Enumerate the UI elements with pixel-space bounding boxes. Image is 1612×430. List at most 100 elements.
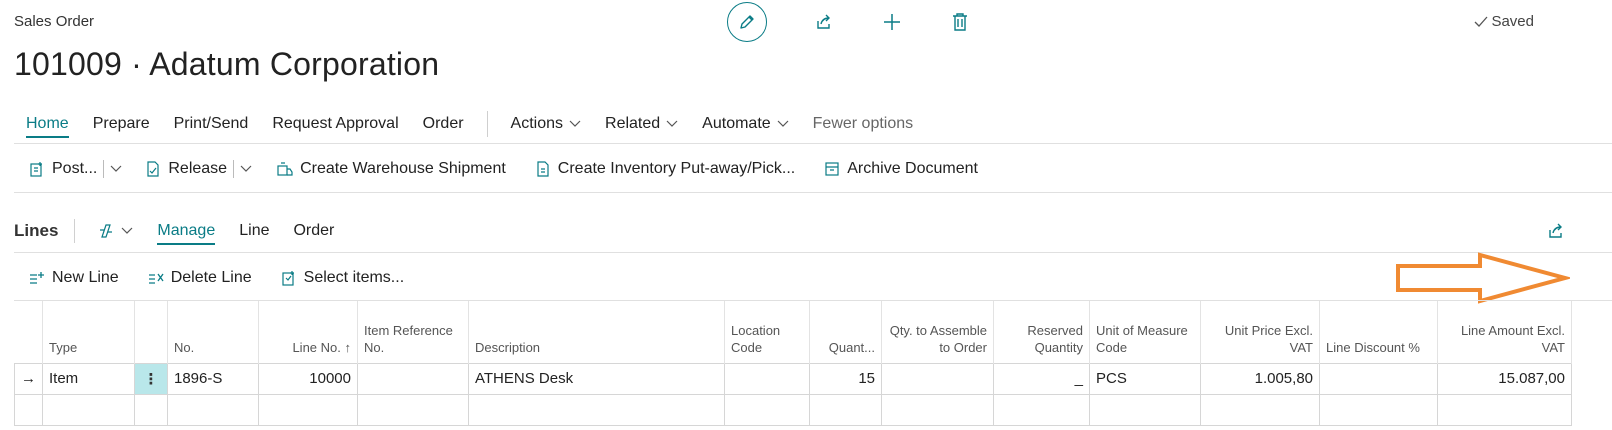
cell-type[interactable]: Item — [42, 362, 135, 395]
chevron-down-icon[interactable] — [240, 165, 252, 173]
table-header-row: Type No. Line No. ↑ Item Reference No. D… — [14, 301, 1572, 363]
column-header-unit-of-measure[interactable]: Unit of Measure Code — [1089, 301, 1201, 363]
lines-title: Lines — [14, 221, 59, 240]
create-inventory-putaway-label: Create Inventory Put-away/Pick... — [557, 160, 796, 177]
column-header-reserved-quantity[interactable]: Reserved Quantity — [993, 301, 1090, 363]
divider — [14, 252, 1612, 253]
post-icon — [30, 162, 42, 177]
edit-button[interactable] — [727, 2, 767, 42]
cell-line-no[interactable]: 10000 — [258, 362, 358, 395]
empty-cell[interactable] — [1200, 393, 1320, 426]
column-header-unit-price[interactable]: Unit Price Excl. VAT — [1200, 301, 1320, 363]
archive-document-button[interactable]: Archive Document — [823, 160, 978, 178]
column-header-line-no[interactable]: Line No. ↑ — [258, 301, 358, 363]
select-items-button[interactable]: Select items... — [280, 269, 404, 287]
tab-home[interactable]: Home — [26, 115, 69, 138]
post-button[interactable]: Post... — [28, 160, 97, 178]
archive-icon — [825, 162, 839, 176]
split-divider — [233, 160, 235, 178]
cell-quantity[interactable]: 15 — [809, 362, 882, 395]
empty-cell[interactable] — [357, 393, 469, 426]
new-button[interactable] — [881, 11, 903, 33]
cell-description[interactable]: ATHENS Desk — [468, 362, 725, 395]
empty-cell[interactable] — [881, 393, 994, 426]
row-menu-button[interactable]: ⋮ — [134, 362, 168, 395]
lines-tab-manage[interactable]: Manage — [157, 222, 215, 245]
divider — [14, 192, 1612, 193]
delete-button[interactable] — [949, 11, 971, 33]
cell-line-discount[interactable] — [1319, 362, 1438, 395]
cell-reserved-quantity[interactable]: _ — [993, 362, 1090, 395]
empty-cell[interactable] — [993, 393, 1090, 426]
divider — [14, 143, 1612, 144]
lines-tab-order[interactable]: Order — [293, 222, 334, 240]
annotation-arrow-icon — [1396, 252, 1570, 304]
row-marker: → — [14, 362, 43, 395]
copilot-icon — [100, 224, 113, 238]
empty-cell[interactable] — [1437, 393, 1572, 426]
actions-menu[interactable]: Actions — [511, 115, 581, 133]
empty-cell[interactable] — [134, 393, 168, 426]
empty-cell[interactable] — [1089, 393, 1201, 426]
column-header-line-discount[interactable]: Line Discount % — [1319, 301, 1438, 363]
chevron-down-icon[interactable] — [110, 165, 122, 173]
create-inventory-putaway-button[interactable]: Create Inventory Put-away/Pick... — [534, 160, 795, 178]
empty-cell[interactable] — [42, 393, 135, 426]
column-menu — [134, 301, 168, 363]
column-header-description[interactable]: Description — [468, 301, 725, 363]
warehouse-shipment-icon — [277, 162, 293, 176]
table-row[interactable]: → Item ⋮ 1896-S 10000 ATHENS Desk 15 _ P… — [14, 362, 1572, 395]
lines-header: Lines Manage Line Order — [14, 218, 358, 245]
share-icon — [817, 14, 830, 29]
chevron-down-icon — [121, 227, 133, 234]
cell-unit-of-measure[interactable]: PCS — [1089, 362, 1201, 395]
column-header-type[interactable]: Type — [42, 301, 135, 363]
empty-cell[interactable] — [468, 393, 725, 426]
saved-status: Saved — [1474, 13, 1534, 30]
page-title: 101009 · Adatum Corporation — [14, 46, 440, 82]
tabs-divider — [486, 111, 488, 137]
automate-menu[interactable]: Automate — [702, 115, 789, 133]
cell-qty-to-assemble[interactable] — [881, 362, 994, 395]
automate-menu-label: Automate — [702, 115, 771, 132]
column-header-item-reference[interactable]: Item Reference No. — [357, 301, 469, 363]
release-label: Release — [168, 160, 228, 177]
cell-unit-price[interactable]: 1.005,80 — [1200, 362, 1320, 395]
cell-item-reference[interactable] — [357, 362, 469, 395]
create-warehouse-shipment-button[interactable]: Create Warehouse Shipment — [276, 160, 506, 178]
fewer-options-link[interactable]: Fewer options — [813, 115, 914, 133]
copilot-menu[interactable] — [97, 222, 133, 240]
tab-request-approval[interactable]: Request Approval — [272, 115, 398, 133]
tab-prepare[interactable]: Prepare — [93, 115, 150, 133]
share-button[interactable] — [813, 11, 835, 33]
tab-order[interactable]: Order — [423, 115, 464, 133]
empty-cell[interactable] — [167, 393, 259, 426]
chevron-down-icon — [666, 120, 678, 127]
cell-line-amount[interactable]: 15.087,00 — [1437, 362, 1572, 395]
action-tabs: Home Prepare Print/Send Request Approval… — [26, 111, 937, 138]
header-toolbar — [727, 2, 971, 42]
column-header-no[interactable]: No. — [167, 301, 259, 363]
delete-line-label: Delete Line — [170, 269, 252, 286]
column-header-location-code[interactable]: Location Code — [724, 301, 810, 363]
release-button[interactable]: Release — [144, 160, 227, 178]
new-line-icon — [30, 272, 44, 284]
delete-line-icon — [148, 273, 164, 284]
new-line-button[interactable]: New Line — [28, 269, 119, 287]
table-row-empty[interactable] — [14, 393, 1572, 426]
empty-cell[interactable] — [258, 393, 358, 426]
column-header-qty-to-assemble[interactable]: Qty. to Assemble to Order — [881, 301, 994, 363]
column-header-quantity[interactable]: Quant... — [809, 301, 882, 363]
empty-cell[interactable] — [1319, 393, 1438, 426]
column-header-line-amount[interactable]: Line Amount Excl. VAT — [1437, 301, 1572, 363]
lines-tab-line[interactable]: Line — [239, 222, 269, 240]
empty-cell[interactable] — [809, 393, 882, 426]
tab-print-send[interactable]: Print/Send — [174, 115, 249, 133]
share-icon[interactable] — [1546, 221, 1566, 241]
empty-cell — [14, 393, 43, 426]
empty-cell[interactable] — [724, 393, 810, 426]
related-menu[interactable]: Related — [605, 115, 678, 133]
cell-no[interactable]: 1896-S — [167, 362, 259, 395]
cell-location-code[interactable] — [724, 362, 810, 395]
delete-line-button[interactable]: Delete Line — [147, 269, 252, 287]
